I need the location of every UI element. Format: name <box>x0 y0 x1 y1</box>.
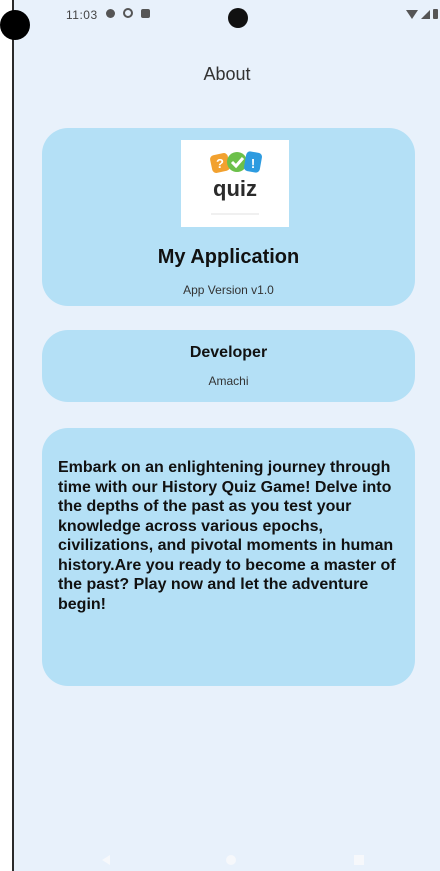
description-card: Embark on an enlightening journey throug… <box>42 428 415 686</box>
status-time: 11:03 <box>66 8 98 22</box>
app-name: My Application <box>157 246 300 268</box>
sim-icon <box>141 8 150 18</box>
developer-name: Amachi <box>208 374 249 388</box>
svg-text:?: ? <box>216 156 224 171</box>
location-icon <box>123 8 133 18</box>
recents-icon[interactable] <box>354 855 364 865</box>
navigation-bar <box>14 848 440 871</box>
status-bar: 11:03 <box>14 0 440 34</box>
back-icon[interactable] <box>102 855 110 865</box>
signal-icon <box>421 9 430 19</box>
app-version: App Version v1.0 <box>183 283 274 297</box>
quiz-logo-icon: ? ! quiz <box>181 140 289 227</box>
page-title: About <box>203 64 251 84</box>
developer-title: Developer <box>189 344 268 361</box>
status-system-icons <box>406 9 438 19</box>
app-info-card: ? ! quiz My Application App Version v1.0 <box>42 128 415 306</box>
status-notification-icons <box>106 8 150 18</box>
device-camera-cutout <box>0 10 30 40</box>
wifi-icon <box>406 9 418 19</box>
developer-card: Developer Amachi <box>42 330 415 402</box>
battery-icon <box>433 9 438 19</box>
front-camera <box>228 8 248 28</box>
settings-icon <box>106 8 115 18</box>
svg-text:!: ! <box>251 156 255 171</box>
description-text: Embark on an enlightening journey throug… <box>58 459 396 613</box>
screen: 11:03 About ? ! quiz My Application App … <box>14 0 440 871</box>
logo-text: quiz <box>213 176 257 201</box>
home-icon[interactable] <box>226 855 236 865</box>
